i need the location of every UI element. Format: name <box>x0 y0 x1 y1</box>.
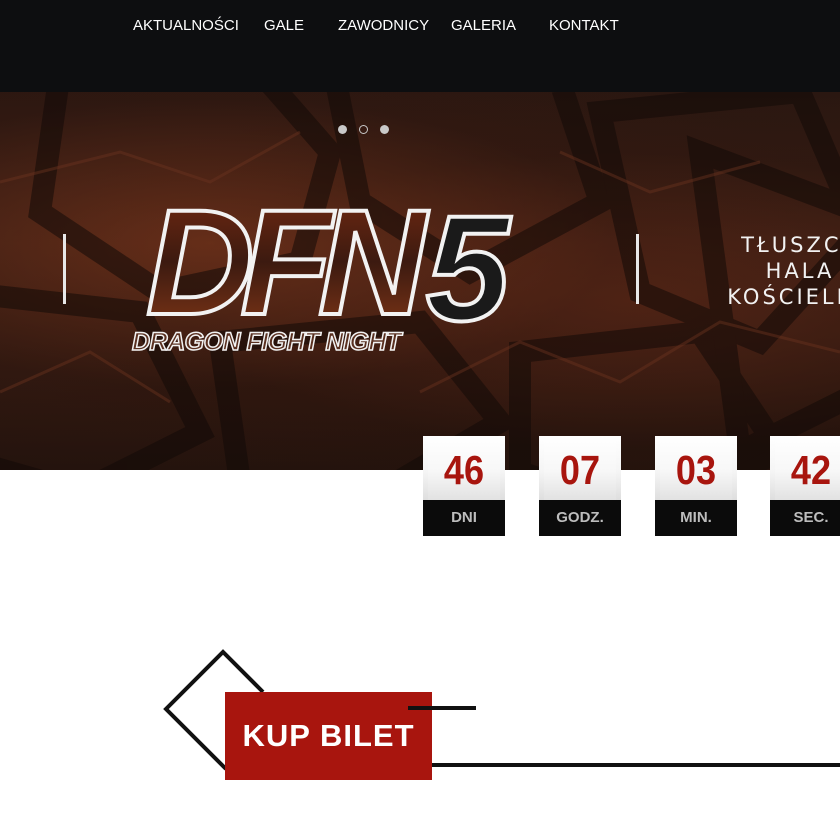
logo-subtitle: DRAGON FIGHT NIGHT <box>131 327 402 357</box>
event-city: TŁUSZCZ <box>741 233 840 257</box>
countdown-minutes-label: MIN. <box>655 500 737 536</box>
countdown-minutes: 03 MIN. <box>655 436 737 536</box>
hero-slider: DFN 5 DRAGON FIGHT NIGHT TŁUSZCZ HALA KO… <box>0 92 840 470</box>
slider-dots <box>338 125 389 134</box>
countdown-hours-value: 07 <box>543 436 617 500</box>
countdown-hours: 07 GODZ. <box>539 436 621 536</box>
nav-item-gale[interactable]: GALE <box>264 17 304 34</box>
countdown-days-label: DNI <box>423 500 505 536</box>
right-divider <box>636 234 639 304</box>
event-info: TŁUSZCZ HALA KOŚCIELNA <box>640 232 840 310</box>
countdown-days: 46 DNI <box>423 436 505 536</box>
left-divider <box>63 234 66 304</box>
logo-number-text: 5 <box>426 184 512 352</box>
slider-dot-1[interactable] <box>338 125 347 134</box>
nav-item-galeria[interactable]: GALERIA <box>451 17 516 34</box>
nav-item-zawodnicy[interactable]: ZAWODNICY <box>338 17 429 34</box>
slider-dot-2[interactable] <box>359 125 368 134</box>
slider-dot-3[interactable] <box>380 125 389 134</box>
countdown-seconds-value: 42 <box>774 436 840 500</box>
top-navigation: AKTUALNOŚCI GALE ZAWODNICY GALERIA KONTA… <box>0 0 840 92</box>
logo-dfn-text: DFN <box>146 182 429 346</box>
event-venue: HALA <box>765 259 835 283</box>
ticket-accent-line <box>408 706 476 710</box>
nav-item-aktualnosci[interactable]: AKTUALNOŚCI <box>133 17 239 34</box>
event-street: KOŚCIELNA <box>727 285 840 309</box>
countdown-seconds-label: SEC. <box>770 500 840 536</box>
countdown-minutes-value: 03 <box>659 436 733 500</box>
countdown-seconds: 42 SEC. <box>770 436 840 536</box>
countdown-hours-label: GODZ. <box>539 500 621 536</box>
nav-item-kontakt[interactable]: KONTAKT <box>549 17 619 34</box>
countdown-days-value: 46 <box>427 436 501 500</box>
